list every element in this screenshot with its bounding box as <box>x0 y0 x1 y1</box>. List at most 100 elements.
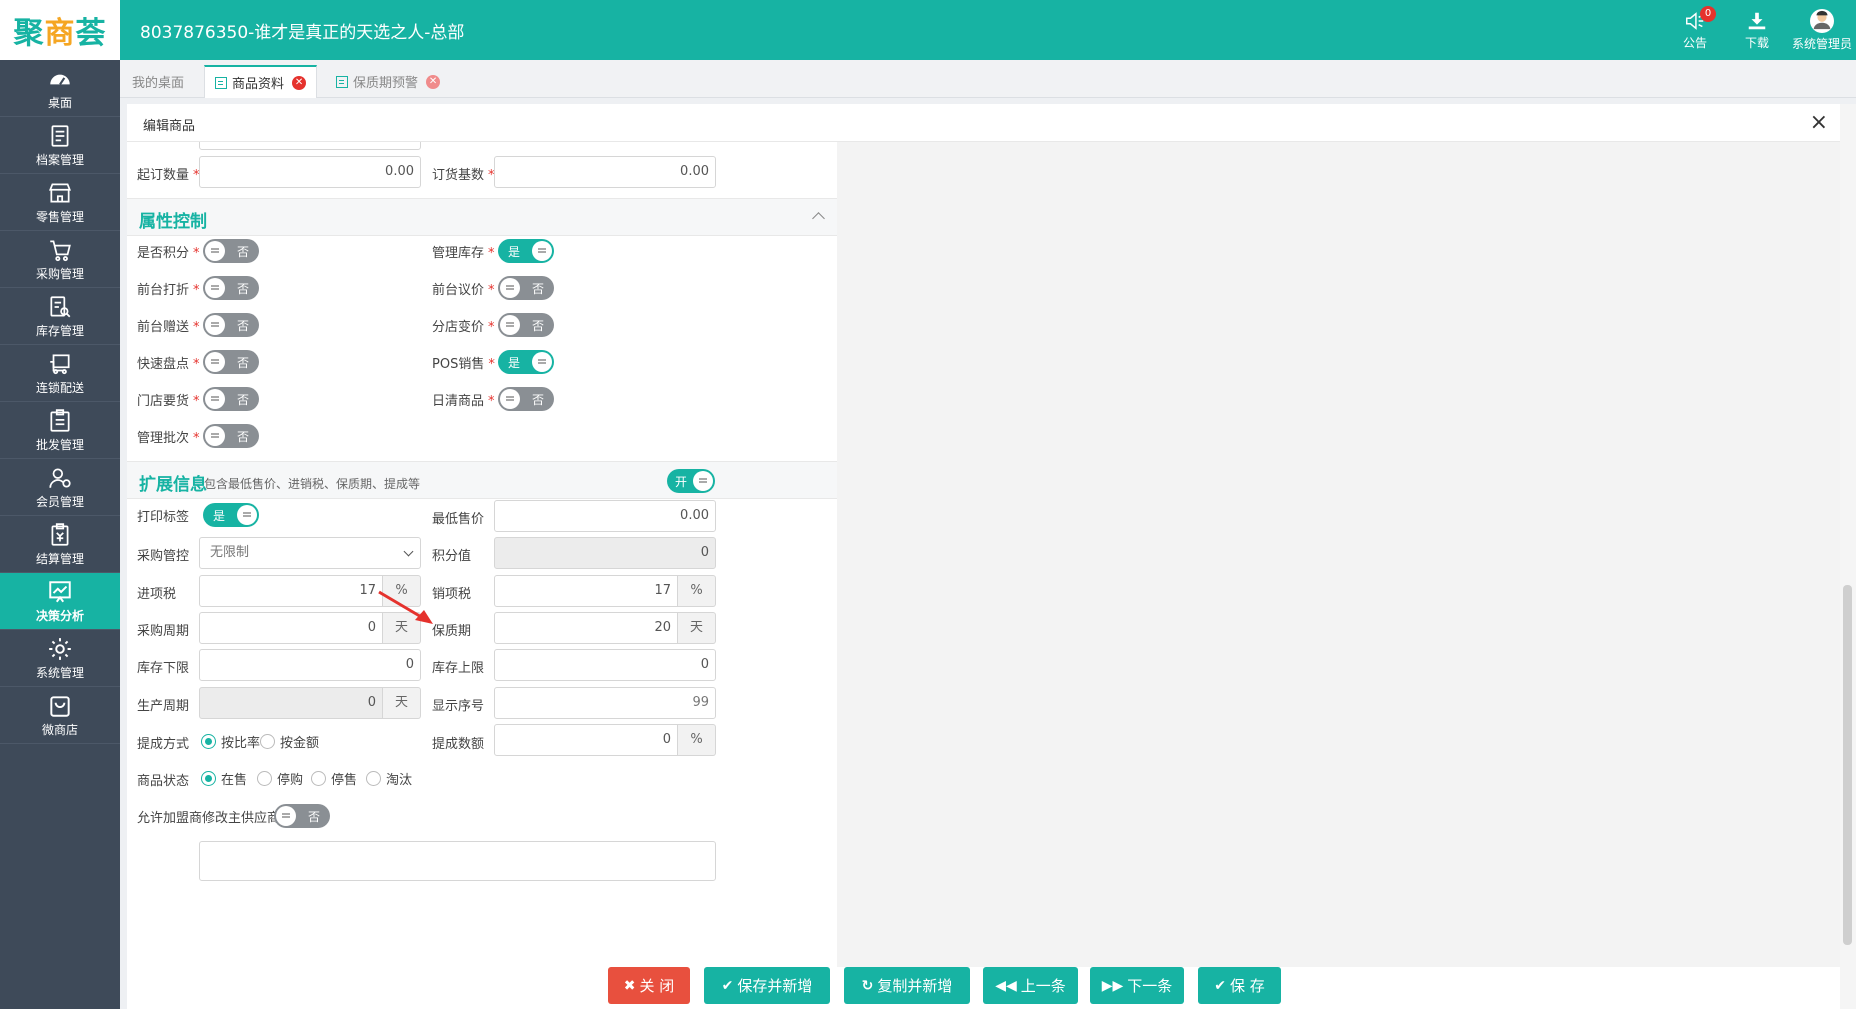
attr-toggle-store-request[interactable]: 否 <box>203 387 259 411</box>
copy-and-new-button[interactable]: ↻ 复制并新增 <box>844 967 970 1004</box>
settlement-icon <box>51 522 69 546</box>
top-bar: 聚商荟 8037876350-谁才是真正的天选之人-总部 0 公告 下载 系统管… <box>0 0 1856 60</box>
production-cycle-label: 生产周期 <box>137 699 190 714</box>
sidebar-item-microshop[interactable]: 微商店 <box>0 687 120 744</box>
status-stop-sale-radio[interactable]: 停售 <box>311 769 357 788</box>
production-cycle-unit: 天 <box>383 687 421 719</box>
min-qty-label: 起订数量 * <box>137 168 200 183</box>
analysis-icon <box>49 580 71 602</box>
chevron-up-icon[interactable] <box>812 212 825 225</box>
output-tax-unit: % <box>678 575 716 607</box>
announcement-badge: 0 <box>1700 6 1716 22</box>
app-logo[interactable]: 聚商荟 <box>0 0 120 60</box>
print-label-toggle[interactable]: 是 <box>203 503 259 527</box>
franchise-supplier-toggle[interactable]: 否 <box>274 804 330 828</box>
refresh-icon: ↻ <box>861 977 874 994</box>
commission-mode-ratio-radio[interactable]: 按比率 <box>201 732 260 751</box>
attr-toggle-daily-clear[interactable]: 否 <box>498 387 554 411</box>
points-label: 积分值 <box>432 549 472 564</box>
attr-toggle-pos-sale[interactable]: 是 <box>498 350 554 374</box>
product-edit-form: 起订数量 * 0.00 订货基数 * 0.00 属性控制 是否积分 * 否 管理库存 *… <box>127 142 837 967</box>
attr-label: 前台议价 * <box>432 283 495 298</box>
tab-close-icon[interactable]: ✕ <box>426 74 441 89</box>
cutoff-field[interactable] <box>199 142 421 150</box>
attr-toggle-discount[interactable]: 否 <box>203 276 259 300</box>
extension-section-header: 扩展信息 包含最低售价、进销税、保质期、提成等 开 <box>127 461 837 499</box>
attr-label: 日清商品 * <box>432 394 495 409</box>
tab-close-icon[interactable]: ✕ <box>292 75 307 90</box>
dialog-header: 编辑商品 × <box>127 104 1840 142</box>
attr-toggle-manage-stock[interactable]: 是 <box>498 239 554 263</box>
attr-label: 前台打折 * <box>137 283 200 298</box>
annotation-arrow-icon <box>378 590 433 624</box>
extension-section-subtitle: 包含最低售价、进销税、保质期、提成等 <box>204 477 421 491</box>
commission-value-input[interactable]: 0 <box>494 724 678 756</box>
fast-forward-icon: ▶▶ <box>1101 977 1124 994</box>
sidebar-item-system[interactable]: 系统管理 <box>0 630 120 687</box>
attr-label: 快速盘点 * <box>137 357 200 372</box>
tab-shelf-life-warning[interactable]: 保质期预警 ✕ <box>326 65 450 98</box>
tab-my-desktop[interactable]: 我的桌面 <box>122 65 194 98</box>
status-obsolete-radio[interactable]: 淘汰 <box>366 769 412 788</box>
min-qty-input[interactable]: 0.00 <box>199 156 421 188</box>
attr-toggle-branch-price[interactable]: 否 <box>498 313 554 337</box>
sidebar-item-settlement[interactable]: 结算管理 <box>0 516 120 573</box>
next-button[interactable]: ▶▶ 下一条 <box>1090 967 1184 1004</box>
store-title: 8037876350-谁才是真正的天选之人-总部 <box>140 23 465 43</box>
sidebar-item-inventory[interactable]: 库存管理 <box>0 288 120 345</box>
save-button[interactable]: ✔ 保 存 <box>1198 967 1281 1004</box>
attr-toggle-points[interactable]: 否 <box>203 239 259 263</box>
settings-icon <box>49 637 71 660</box>
sidebar-item-wholesale[interactable]: 批发管理 <box>0 402 120 459</box>
announcement-button[interactable]: 0 公告 <box>1664 0 1726 60</box>
close-icon: ✖ <box>623 977 636 994</box>
download-icon <box>1748 12 1766 29</box>
tab-bar: 我的桌面 商品资料 ✕ 保质期预警 ✕ <box>120 60 1856 98</box>
sidebar-item-purchase[interactable]: 采购管理 <box>0 231 120 288</box>
download-button[interactable]: 下载 <box>1726 0 1788 60</box>
attr-toggle-bargain[interactable]: 否 <box>498 276 554 300</box>
sidebar-item-desktop[interactable]: 桌面 <box>0 60 120 117</box>
save-and-new-button[interactable]: ✔ 保存并新增 <box>704 967 830 1004</box>
attr-toggle-gift[interactable]: 否 <box>203 313 259 337</box>
stock-max-input[interactable]: 0 <box>494 649 716 681</box>
sidebar-item-member[interactable]: 会员管理 <box>0 459 120 516</box>
purchase-cycle-input[interactable]: 0 <box>199 612 383 644</box>
status-on-sale-radio[interactable]: 在售 <box>201 769 247 788</box>
attribute-section-header[interactable]: 属性控制 <box>127 198 837 236</box>
close-button[interactable]: ✖ 关 闭 <box>608 967 690 1004</box>
shelf-life-input[interactable]: 20 <box>494 612 678 644</box>
display-order-input[interactable]: 99 <box>494 687 716 719</box>
previous-button[interactable]: ◀◀ 上一条 <box>983 967 1078 1004</box>
min-price-input[interactable]: 0.00 <box>494 500 716 532</box>
attr-label: 管理批次 * <box>137 431 200 446</box>
commission-mode-amount-radio[interactable]: 按金额 <box>260 732 319 751</box>
order-base-input[interactable]: 0.00 <box>494 156 716 188</box>
attr-toggle-quick-count[interactable]: 否 <box>203 350 259 374</box>
document-icon <box>336 75 348 88</box>
attr-label: 分店变价 * <box>432 320 495 335</box>
remarks-field[interactable] <box>199 841 716 881</box>
sidebar-item-retail[interactable]: 零售管理 <box>0 174 120 231</box>
member-icon <box>49 467 71 488</box>
points-input: 0 <box>494 537 716 569</box>
sidebar-item-archive[interactable]: 档案管理 <box>0 117 120 174</box>
stock-min-input[interactable]: 0 <box>199 649 421 681</box>
min-price-label: 最低售价 <box>432 512 485 527</box>
output-tax-input[interactable]: 17 <box>494 575 678 607</box>
input-tax-input[interactable]: 17 <box>199 575 383 607</box>
chevron-down-icon <box>403 546 414 557</box>
shelf-life-unit: 天 <box>678 612 716 644</box>
dialog-close-button[interactable]: × <box>1810 110 1828 135</box>
attr-toggle-batch[interactable]: 否 <box>203 424 259 448</box>
scrollbar-thumb[interactable] <box>1843 585 1852 945</box>
status-stop-purchase-radio[interactable]: 停购 <box>257 769 303 788</box>
user-menu[interactable]: 系统管理员 <box>1788 0 1856 60</box>
sidebar-item-analysis[interactable]: 决策分析 <box>0 573 120 630</box>
production-cycle-input: 0 <box>199 687 383 719</box>
extension-toggle[interactable]: 开 <box>667 469 715 493</box>
sidebar-item-delivery[interactable]: 连锁配送 <box>0 345 120 402</box>
purchase-control-select[interactable]: 无限制 <box>199 537 421 569</box>
tab-product-info[interactable]: 商品资料 ✕ <box>204 65 318 98</box>
top-actions: 0 公告 下载 系统管理员 <box>1664 0 1856 60</box>
